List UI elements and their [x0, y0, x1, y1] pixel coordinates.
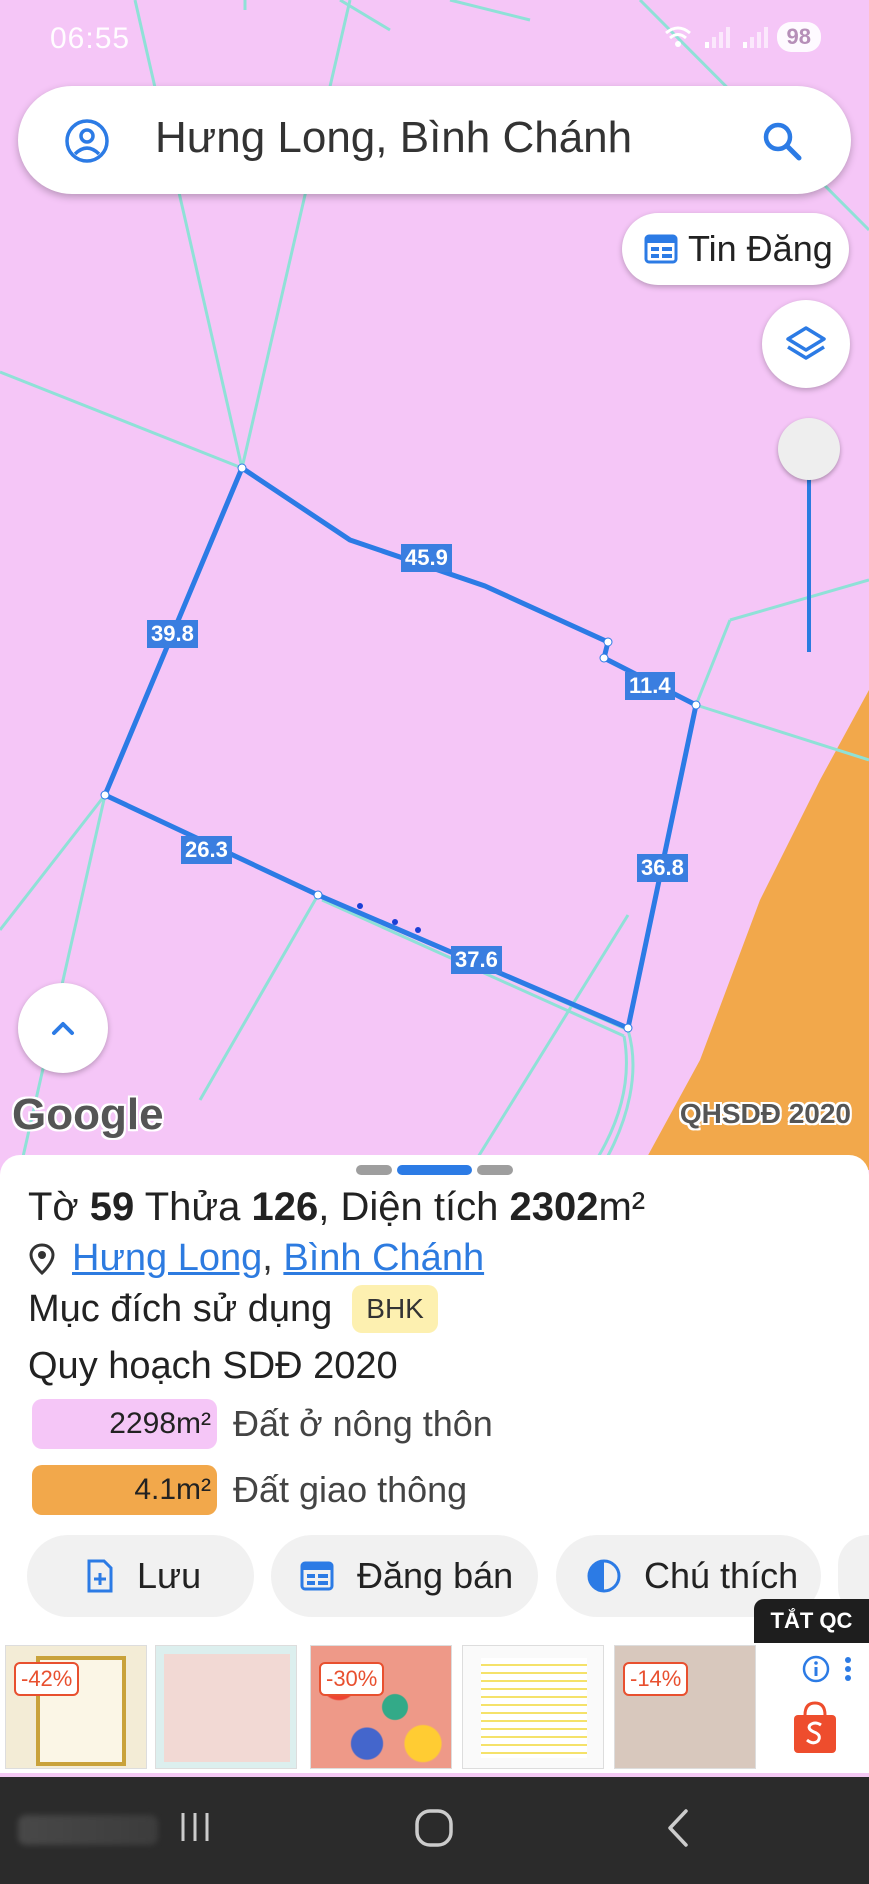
- sheet-handle-active[interactable]: [397, 1165, 472, 1175]
- edge-length-label: 11.4: [625, 672, 675, 700]
- sheet-handle[interactable]: [477, 1165, 513, 1175]
- system-nav-bar: [0, 1777, 869, 1884]
- wifi-icon: [664, 26, 691, 47]
- ad-item[interactable]: -42%: [5, 1645, 147, 1769]
- ad-item[interactable]: [462, 1645, 604, 1769]
- land-use-row: 4.1m² Đất giao thông: [32, 1465, 467, 1515]
- district-link[interactable]: Bình Chánh: [283, 1237, 484, 1280]
- land-use-area: 2298m²: [32, 1399, 217, 1449]
- home-icon[interactable]: [413, 1807, 455, 1849]
- battery-level: 98: [776, 22, 821, 52]
- location-pin-icon: [29, 1242, 55, 1275]
- parcel-title: Tờ 59 Thửa 126, Diện tích 2302m²: [28, 1185, 646, 1229]
- land-use-row: 2298m² Đất ở nông thôn: [32, 1399, 493, 1449]
- blurred-area: [18, 1815, 158, 1845]
- ad-item[interactable]: -30%: [310, 1645, 452, 1769]
- land-purpose-row: Mục đích sử dụng BHK: [28, 1285, 438, 1333]
- info-icon[interactable]: [802, 1655, 830, 1683]
- more-vert-icon[interactable]: [842, 1655, 854, 1683]
- ad-strip[interactable]: -42% -30% -14%: [0, 1643, 869, 1773]
- plan-title: Quy hoạch SDĐ 2020: [28, 1345, 398, 1387]
- commune-link[interactable]: Hưng Long: [72, 1237, 262, 1280]
- map-layer-name: QHSDĐ 2020: [679, 1098, 851, 1129]
- status-bar: 06:55 98: [0, 0, 869, 80]
- layers-icon: [786, 326, 826, 360]
- contrast-icon: [587, 1559, 621, 1593]
- ad-item[interactable]: -14%: [614, 1645, 756, 1769]
- status-time: 06:55: [50, 22, 131, 55]
- edge-length-label: 45.9: [401, 544, 452, 572]
- search-bar[interactable]: Hưng Long, Bình Chánh: [18, 86, 851, 194]
- google-logo: Google: [12, 1090, 164, 1139]
- listing-icon: [300, 1561, 334, 1591]
- chevron-up-icon: [52, 1022, 74, 1035]
- location-row: Hưng Long, Bình Chánh: [28, 1237, 484, 1280]
- sheet-handle[interactable]: [356, 1165, 392, 1175]
- back-icon[interactable]: [662, 1807, 694, 1849]
- save-button[interactable]: Lưu: [27, 1535, 254, 1617]
- shopee-logo-icon: [794, 1701, 836, 1753]
- tin-dang-label: Tin Đăng: [688, 228, 833, 269]
- listing-icon: [644, 234, 678, 264]
- discount-badge: -14%: [623, 1662, 689, 1696]
- opacity-slider-handle[interactable]: [778, 418, 840, 480]
- purpose-code-badge[interactable]: BHK: [352, 1285, 438, 1333]
- avatar-icon[interactable]: [64, 118, 110, 164]
- discount-badge: -30%: [319, 1662, 385, 1696]
- legend-label: Chú thích: [644, 1555, 799, 1596]
- land-use-area: 4.1m²: [32, 1465, 217, 1515]
- hide-ads-button[interactable]: TẮT QC: [754, 1599, 869, 1643]
- edge-length-label: 39.8: [147, 620, 198, 648]
- add-file-icon: [87, 1559, 113, 1593]
- recent-apps-icon[interactable]: [175, 1807, 215, 1847]
- layers-button[interactable]: [762, 300, 850, 388]
- land-use-name: Đất giao thông: [233, 1469, 468, 1510]
- edge-length-label: 36.8: [637, 854, 688, 882]
- signal-icon: [704, 27, 730, 48]
- purpose-label: Mục đích sử dụng: [28, 1287, 333, 1330]
- search-input[interactable]: Hưng Long, Bình Chánh: [155, 113, 632, 163]
- tin-dang-button[interactable]: Tin Đăng: [622, 213, 849, 285]
- post-sale-button[interactable]: Đăng bán: [271, 1535, 538, 1617]
- edge-length-label: 37.6: [451, 946, 502, 974]
- expand-up-button[interactable]: [18, 983, 108, 1073]
- save-label: Lưu: [137, 1555, 202, 1596]
- discount-badge: -42%: [14, 1662, 80, 1696]
- edge-length-label: 26.3: [181, 836, 232, 864]
- signal-icon-2: [742, 27, 768, 48]
- land-use-name: Đất ở nông thôn: [233, 1403, 493, 1444]
- search-icon[interactable]: [759, 118, 805, 164]
- ad-item[interactable]: [155, 1645, 297, 1769]
- post-sale-label: Đăng bán: [357, 1555, 514, 1596]
